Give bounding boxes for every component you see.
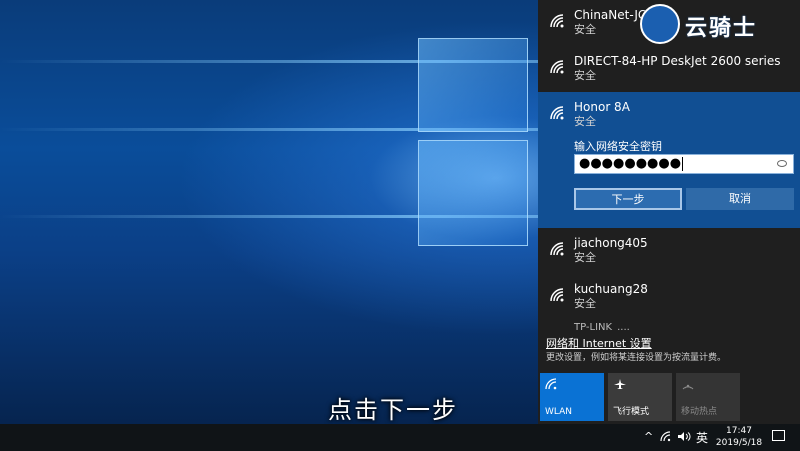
tile-label: 移动热点 [681,407,718,417]
network-item-selected[interactable]: Honor 8A 安全 输入网络安全密钥 ●●●●●●●●● 下一步 取消 [538,92,800,228]
network-item[interactable]: jiachong405 安全 [538,228,800,274]
wifi-signal-icon [550,60,564,74]
video-caption: 点击下一步 [328,396,458,424]
mobile-hotspot-toggle[interactable]: 移动热点 [676,373,740,421]
password-label: 输入网络安全密钥 [574,140,662,153]
watermark-logo-icon [640,4,680,44]
network-ssid: Honor 8A [574,100,630,114]
wifi-signal-icon [550,288,564,302]
volume-icon[interactable] [677,431,691,442]
window-logo-pane [418,140,528,246]
text-caret [682,156,684,171]
password-input[interactable]: ●●●●●●●●● [574,154,794,174]
clock-date: 2019/5/18 [715,438,763,448]
network-status: 安全 [574,251,596,264]
network-item[interactable]: kuchuang28 安全 [538,274,800,320]
show-hidden-icons-chevron-icon[interactable]: ^ [644,430,653,443]
network-flyout: ChinaNet-JC 安全 DIRECT-84-HP DeskJet 2600… [538,0,800,424]
network-ssid: kuchuang28 [574,282,648,296]
tile-label: 飞行模式 [613,407,650,417]
airplane-icon [614,379,626,389]
action-center-icon[interactable] [772,430,785,441]
next-button[interactable]: 下一步 [574,188,682,210]
network-item[interactable]: DIRECT-84-HP DeskJet 2600 series 安全 [538,46,800,92]
wifi-signal-icon [550,106,564,120]
network-ssid: jiachong405 [574,236,648,250]
network-settings-description: 更改设置，例如将某连接设置为按流量计费。 [546,353,727,363]
wifi-icon [545,378,557,390]
taskbar: ^ 英 17:47 2019/5/18 [0,424,800,451]
wifi-signal-icon [550,14,564,28]
wifi-signal-icon [550,242,564,256]
tile-label: WLAN [545,407,573,417]
network-item-partial[interactable]: TP-LINK_.... [574,322,630,330]
network-list: ChinaNet-JC 安全 DIRECT-84-HP DeskJet 2600… [538,0,800,330]
window-logo-pane [418,38,528,132]
clock-time: 17:47 [726,426,752,436]
network-tray-icon[interactable] [660,431,672,442]
taskbar-clock[interactable]: 17:47 2019/5/18 [714,425,764,449]
wlan-toggle[interactable]: WLAN [540,373,604,421]
password-value: ●●●●●●●●● [579,156,682,171]
network-status: 安全 [574,69,596,82]
network-status: 安全 [574,115,596,128]
network-settings-link[interactable]: 网络和 Internet 设置 [546,336,800,352]
reveal-password-icon[interactable] [777,160,787,167]
airplane-mode-toggle[interactable]: 飞行模式 [608,373,672,421]
network-status: 安全 [574,297,596,310]
watermark-text: 云骑士 [685,16,758,41]
hotspot-icon [682,384,694,390]
network-ssid: DIRECT-84-HP DeskJet 2600 series [574,54,781,68]
watermark: 云骑士 [640,4,800,44]
cancel-button[interactable]: 取消 [686,188,794,210]
input-method-indicator[interactable]: 英 [696,429,708,446]
network-settings-section: 网络和 Internet 设置 更改设置，例如将某连接设置为按流量计费。 [538,336,800,365]
